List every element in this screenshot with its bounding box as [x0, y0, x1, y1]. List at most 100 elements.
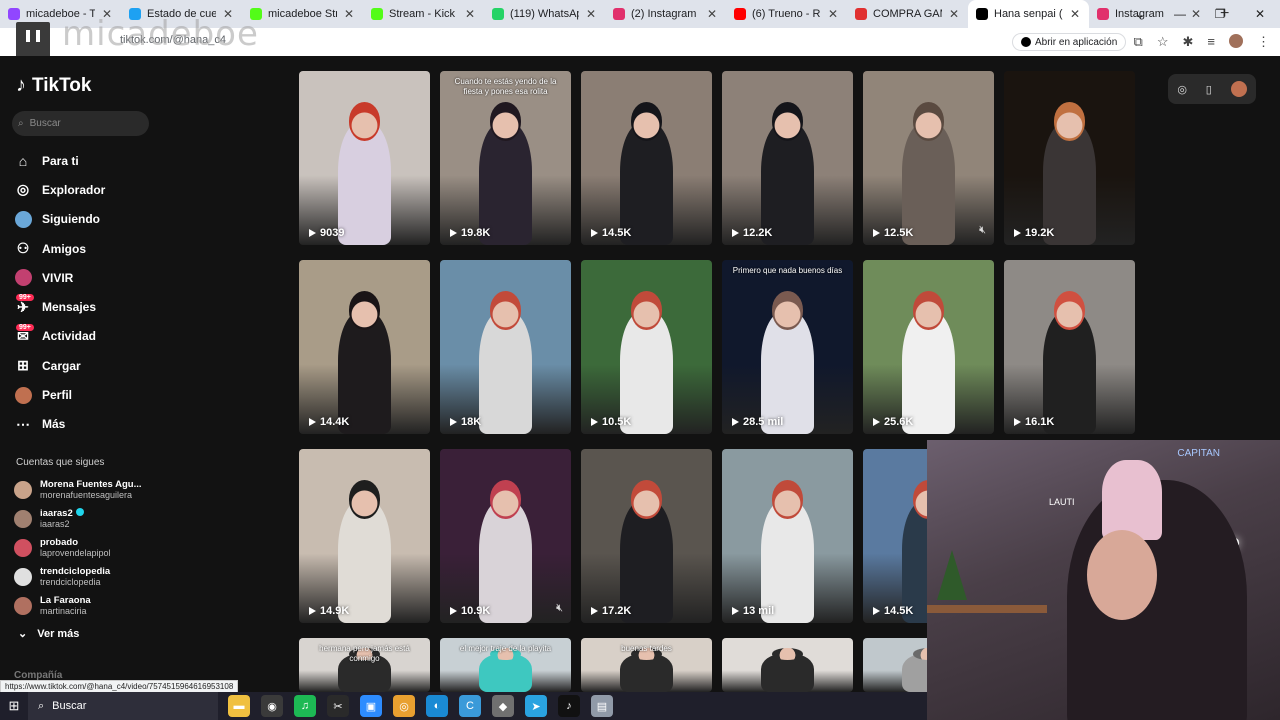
browser-tab[interactable]: (6) Trueno - R ✕	[726, 0, 847, 28]
minimize-icon[interactable]: —	[1160, 0, 1200, 28]
video-card[interactable]: 25.6K	[863, 260, 994, 434]
translate-icon[interactable]: ⧉	[1134, 34, 1143, 50]
zoom-icon[interactable]: ▣	[360, 695, 382, 717]
video-card[interactable]: Primero que nada buenos días 28.5 mil	[722, 260, 853, 434]
video-card[interactable]: 16.1K	[1004, 260, 1135, 434]
nav-item-actividad[interactable]: ✉ Actividad 99+	[14, 322, 160, 351]
following-account[interactable]: Morena Fuentes Agu... morenafuentesaguile…	[14, 475, 160, 504]
file-explorer-icon[interactable]: ▬	[228, 695, 250, 717]
play-icon	[873, 229, 880, 237]
media-control-icon[interactable]: ≡	[1207, 34, 1215, 50]
telegram-icon[interactable]: ➤	[525, 695, 547, 717]
video-card[interactable]: 10.9K 🔇︎	[440, 449, 571, 623]
maximize-icon[interactable]: ❐	[1200, 0, 1240, 28]
following-account[interactable]: La Faraona martinaciria	[14, 592, 160, 621]
nav-item-para-ti[interactable]: ⌂ Para ti	[14, 146, 160, 175]
capcut-icon[interactable]: ✂	[327, 695, 349, 717]
profile-avatar-icon[interactable]	[1230, 81, 1247, 97]
video-card[interactable]: 9039	[299, 71, 430, 245]
video-card[interactable]: 14.4K	[299, 260, 430, 434]
bookmark-star-icon[interactable]: ☆	[1157, 34, 1169, 50]
obs-icon[interactable]: ◉	[261, 695, 283, 717]
tab-favicon-icon	[371, 8, 383, 20]
twitch-logo-icon	[16, 22, 50, 58]
more-icon: ⋯	[16, 415, 30, 432]
browser-tab[interactable]: COMPRA GAMER ✕	[847, 0, 968, 28]
video-card[interactable]: 10.5K	[581, 260, 712, 434]
video-card[interactable]	[722, 638, 853, 692]
account-name: La Faraona	[40, 595, 150, 606]
app-gray-icon[interactable]: ◆	[492, 695, 514, 717]
video-card[interactable]: 14.5K	[581, 71, 712, 245]
notes-icon[interactable]: ▤	[591, 695, 613, 717]
nav-item-siguiendo[interactable]: Siguiendo	[14, 205, 160, 234]
close-tab-icon[interactable]: ✕	[343, 7, 355, 21]
open-in-app-button[interactable]: Abrir en aplicación	[1012, 33, 1127, 51]
close-tab-icon[interactable]: ✕	[585, 7, 597, 21]
windows-start-icon[interactable]: ⊞	[0, 698, 28, 714]
compass-icon[interactable]: ◎	[1177, 83, 1187, 96]
chrome-icon[interactable]: ◎	[393, 695, 415, 717]
account-name-text: probado	[40, 536, 78, 548]
tab-title: micadeboe Stream	[268, 8, 337, 20]
nav-item-más[interactable]: ⋯ Más	[14, 410, 160, 439]
browser-tab[interactable]: Hana senpai (@h ✕	[968, 0, 1089, 28]
search-input[interactable]: ⌕ Buscar	[12, 111, 149, 136]
close-tab-icon[interactable]: ✕	[1069, 7, 1081, 21]
video-card[interactable]: Cuando te estás yendo de la fiesta y pon…	[440, 71, 571, 245]
close-tab-icon[interactable]: ✕	[706, 7, 718, 21]
video-card[interactable]: buenas tardes	[581, 638, 712, 692]
video-card[interactable]: 12.2K	[722, 71, 853, 245]
nav-item-amigos[interactable]: ⚇ Amigos	[14, 234, 160, 263]
spotify-icon[interactable]: ♫	[294, 695, 316, 717]
tiktok-logo[interactable]: ♪ TikTok	[16, 74, 91, 97]
profile-avatar[interactable]	[1229, 34, 1243, 48]
view-count-label: 16.1K	[1025, 416, 1055, 428]
browser-tab[interactable]: Stream - Kick Das ✕	[363, 0, 484, 28]
extensions-icon[interactable]: ✱	[1183, 34, 1194, 50]
browser-tab[interactable]: (119) WhatsApp ✕	[484, 0, 605, 28]
video-card[interactable]: 12.5K 🔇︎	[863, 71, 994, 245]
see-more-button[interactable]: ⌄ Ver más	[18, 627, 79, 641]
view-count-label: 14.5K	[884, 605, 914, 617]
phone-icon[interactable]: ▯	[1206, 83, 1212, 96]
play-icon	[309, 229, 316, 237]
following-account[interactable]: iaaras2 iaaras2	[14, 504, 160, 533]
video-card[interactable]: el mejor traje de la playita	[440, 638, 571, 692]
view-count: 10.9K	[450, 605, 490, 617]
browser-tab[interactable]: (2) Instagram ✕	[605, 0, 726, 28]
following-account[interactable]: trendciclopedia trendciclopedia	[14, 563, 160, 592]
muted-speaker-icon[interactable]: 🔇︎	[979, 224, 986, 237]
app-c-icon[interactable]: C	[459, 695, 481, 717]
tiktok-icon[interactable]: ♪	[558, 695, 580, 717]
view-count: 28.5 mil	[732, 416, 783, 428]
tab-title: Hana senpai (@h	[994, 8, 1063, 20]
video-card[interactable]: 18K	[440, 260, 571, 434]
browser-tab[interactable]: micadeboe Stream ✕	[242, 0, 363, 28]
video-card[interactable]: 19.2K	[1004, 71, 1135, 245]
nav-item-explorador[interactable]: ◎ Explorador	[14, 175, 160, 204]
muted-speaker-icon[interactable]: 🔇︎	[556, 602, 563, 615]
close-tab-icon[interactable]: ✕	[464, 7, 476, 21]
nav-item-cargar[interactable]: ⊞ Cargar	[14, 351, 160, 380]
taskbar-search[interactable]: ⌕ Buscar	[28, 692, 218, 720]
nav-item-label: Actividad	[42, 329, 97, 344]
tab-search-icon[interactable]: ⌄	[1120, 0, 1160, 28]
video-card[interactable]: 14.9K	[299, 449, 430, 623]
browser-menu-icon[interactable]: ⋮	[1257, 34, 1270, 50]
video-card[interactable]: 17.2K	[581, 449, 712, 623]
edge-icon[interactable]: ◐	[426, 695, 448, 717]
video-subject-head	[771, 647, 804, 660]
notification-badge: 99+	[16, 323, 34, 331]
video-card[interactable]: hermana pero jamás está conmigo	[299, 638, 430, 692]
window-controls: ⌄ — ❐ ✕	[1120, 0, 1280, 28]
close-tab-icon[interactable]: ✕	[827, 7, 839, 21]
close-tab-icon[interactable]: ✕	[948, 7, 960, 21]
nav-item-mensajes[interactable]: ✈ Mensajes 99+	[14, 292, 160, 321]
following-account[interactable]: probado laprovendelapipol	[14, 533, 160, 562]
close-window-icon[interactable]: ✕	[1240, 0, 1280, 28]
video-card[interactable]: 13 mil	[722, 449, 853, 623]
nav-item-perfil[interactable]: Perfil	[14, 380, 160, 409]
view-count: 9039	[309, 227, 344, 239]
nav-item-vivir[interactable]: VIVIR	[14, 263, 160, 292]
